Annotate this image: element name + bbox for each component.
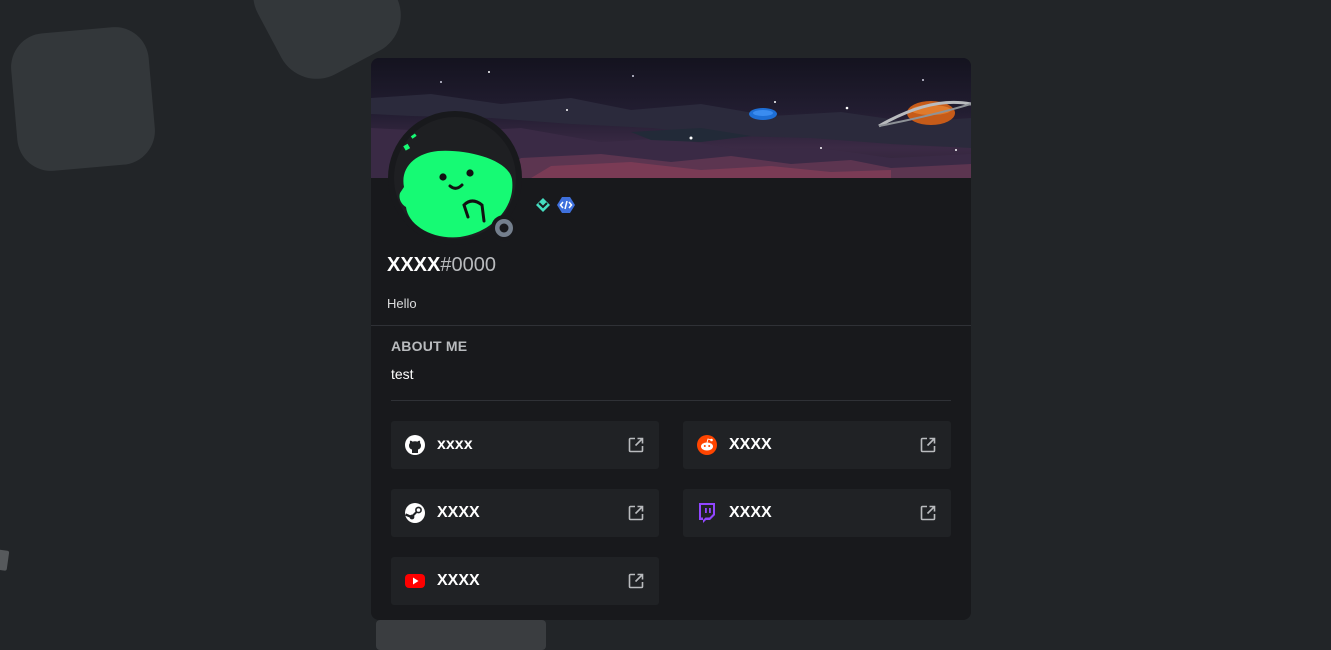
avatar[interactable] [386, 109, 524, 247]
background-shape [376, 620, 546, 650]
external-link-icon[interactable] [627, 436, 645, 454]
github-icon [404, 434, 426, 456]
badge-list [534, 196, 576, 219]
divider [371, 325, 971, 326]
background-shape [8, 24, 158, 174]
connection-twitch[interactable]: XXXX [683, 489, 951, 537]
verified-developer-icon[interactable] [556, 196, 576, 219]
connection-steam[interactable]: XXXX [391, 489, 659, 537]
connection-label: xxxx [437, 436, 473, 453]
external-link-icon[interactable] [919, 436, 937, 454]
connection-label: XXXX [729, 504, 772, 521]
profile-card: XXXX#0000 Hello ABOUT ME test xxxx XXXX … [371, 58, 971, 620]
external-link-icon[interactable] [627, 504, 645, 522]
connection-label: XXXX [437, 572, 480, 589]
connection-youtube[interactable]: XXXX [391, 557, 659, 605]
reddit-icon [696, 434, 718, 456]
about-me-text: test [391, 366, 414, 382]
about-me-title: ABOUT ME [391, 338, 468, 354]
connection-github[interactable]: xxxx [391, 421, 659, 469]
custom-status: Hello [387, 296, 417, 311]
steam-icon [404, 502, 426, 524]
username-tag: #0000 [440, 254, 496, 276]
connection-label: XXXX [437, 504, 480, 521]
username: XXXX#0000 [387, 254, 496, 277]
twitch-icon [696, 502, 718, 524]
external-link-icon[interactable] [919, 504, 937, 522]
background-shape [0, 549, 10, 571]
youtube-icon [404, 570, 426, 592]
connection-reddit[interactable]: XXXX [683, 421, 951, 469]
hypesquad-balance-icon[interactable] [534, 196, 552, 219]
divider [391, 400, 951, 401]
connection-label: XXXX [729, 436, 772, 453]
username-name: XXXX [387, 254, 441, 276]
external-link-icon[interactable] [627, 572, 645, 590]
